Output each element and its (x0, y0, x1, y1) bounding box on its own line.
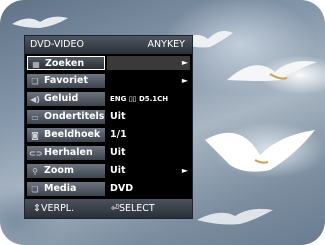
menu-item-beeldhoek[interactable]: ◙ Beeldhoek 1/1 (25, 128, 192, 143)
menu-item-value (107, 56, 190, 70)
menu-item-value (110, 74, 190, 88)
repeat-setting-value: Uit (110, 147, 126, 158)
up-down-arrow-icon: ⇕ (33, 203, 41, 214)
zoom-setting-value: Uit (110, 165, 126, 176)
anykey-label: ANYKEY (147, 39, 185, 50)
menu-item-media[interactable]: ❏ Media DVD (25, 182, 192, 197)
seagull-image (205, 130, 315, 172)
seagull-image (12, 16, 68, 28)
menu-item-label: Ondertitels (44, 111, 105, 122)
submenu-arrow-icon: ► (181, 166, 188, 175)
dvd-function-menu: DVD-VIDEO ANYKEY ▦ Zoeken ► ❏ Favoriet ► ◀… (24, 35, 193, 219)
menu-item-label: Beeldhoek (44, 129, 101, 140)
menu-footer: ⇕VERPL. ⏎SELECT (25, 199, 192, 218)
seagull-image (197, 208, 273, 225)
media-icon: ❏ (31, 185, 39, 194)
subtitle-setting-value: Uit (110, 111, 126, 122)
submenu-arrow-icon: ► (181, 58, 188, 67)
menu-item-zoeken[interactable]: ▦ Zoeken ► (25, 56, 192, 71)
seagull-image (227, 61, 317, 81)
speaker-icon: ◀) (30, 95, 40, 104)
subtitle-icon: ▭ (31, 113, 39, 122)
menu-header: DVD-VIDEO ANYKEY (25, 36, 192, 54)
bookmark-icon: ❏ (31, 77, 39, 86)
enter-icon: ⏎ (111, 203, 119, 214)
menu-item-label: Zoom (44, 165, 74, 176)
menu-item-label: Media (44, 183, 77, 194)
menu-item-label: Geluid (44, 93, 79, 104)
repeat-icon: ⊂⊃ (29, 149, 43, 158)
menu-item-herhalen[interactable]: ⊂⊃ Herhalen Uit (25, 146, 192, 161)
menu-item-label: Favoriet (44, 75, 88, 86)
tv-screen-background: DVD-VIDEO ANYKEY ▦ Zoeken ► ❏ Favoriet ► ◀… (0, 0, 325, 245)
media-setting-value: DVD (110, 183, 134, 194)
menu-item-zoom[interactable]: ⚲ Zoom Uit ► (25, 164, 192, 179)
audio-setting-value: ENG ▯▯ D5.1CH (110, 95, 169, 103)
disc-type-label: DVD-VIDEO (30, 39, 84, 50)
camera-angle-icon: ◙ (31, 131, 39, 140)
select-hint-label: SELECT (118, 203, 155, 214)
menu-item-geluid[interactable]: ◀) Geluid ENG ▯▯ D5.1CH (25, 92, 192, 107)
submenu-arrow-icon: ► (181, 76, 188, 85)
menu-item-label: Zoeken (45, 58, 85, 69)
menu-item-label: Herhalen (44, 147, 93, 158)
angle-setting-value: 1/1 (110, 129, 127, 140)
zoom-icon: ⚲ (32, 167, 38, 176)
search-grid-icon: ▦ (32, 60, 40, 69)
menu-item-favoriet[interactable]: ❏ Favoriet ► (25, 74, 192, 89)
menu-item-ondertitels[interactable]: ▭ Ondertitels Uit (25, 110, 192, 125)
move-hint-label: VERPL. (40, 203, 75, 214)
